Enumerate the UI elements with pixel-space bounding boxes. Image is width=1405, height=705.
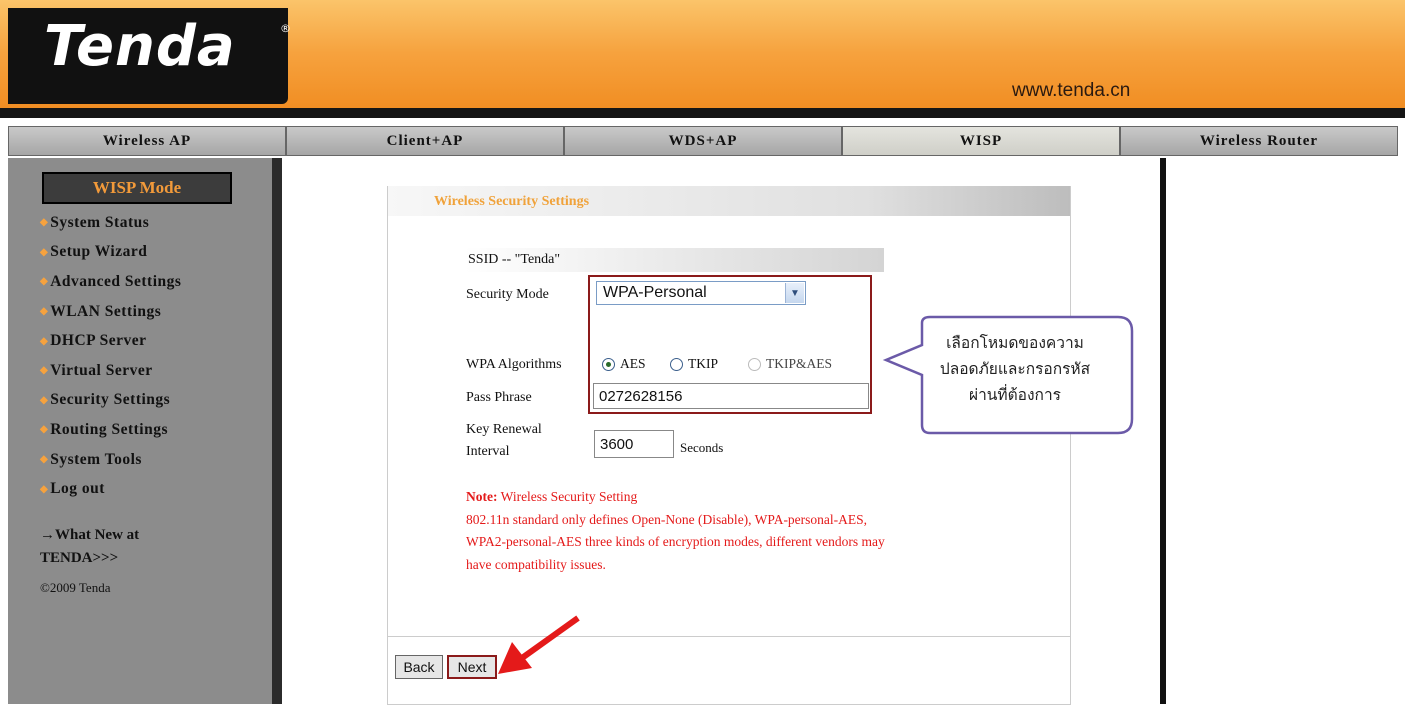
sidebar-item-routing-settings[interactable]: ◆ Routing Settings [40,415,181,445]
sidebar-item-log-out[interactable]: ◆ Log out [40,474,181,504]
bullet-icon: ◆ [40,483,49,495]
ssid-label: SSID -- "Tenda" [468,252,561,267]
bullet-icon: ◆ [40,454,49,466]
content-right-divider [1160,158,1166,704]
site-url: www.tenda.cn [1012,80,1131,101]
bullet-icon: ◆ [40,217,49,229]
tab-wds-ap[interactable]: WDS+AP [564,126,842,156]
sidebar-item-label: System Tools [50,450,142,468]
note-prefix: Note: [466,489,498,504]
header-divider [0,108,1405,118]
sidebar-item-security-settings[interactable]: ◆ Security Settings [40,386,181,416]
panel-header: Wireless Security Settings [388,186,1070,216]
sidebar-item-label: Log out [50,480,105,498]
panel-title: Wireless Security Settings [434,194,590,209]
sidebar-item-label: Setup Wizard [50,243,148,261]
sidebar-item-setup-wizard[interactable]: ◆ Setup Wizard [40,238,181,268]
security-note: Note: Wireless Security Setting 802.11n … [466,486,896,576]
highlight-box [588,275,872,414]
tab-client-ap[interactable]: Client+AP [286,126,564,156]
bullet-icon: ◆ [40,276,49,288]
sidebar-item-system-tools[interactable]: ◆ System Tools [40,445,181,475]
bullet-icon: ◆ [40,424,49,436]
mode-tabs: Wireless AP Client+AP WDS+AP WISP Wirele… [8,126,1398,158]
tab-wisp[interactable]: WISP [842,126,1120,156]
key-renewal-label-line2: Interval [466,444,510,459]
note-title: Wireless Security Setting [497,489,638,504]
security-mode-label: Security Mode [466,287,549,302]
callout-line1: เลือกโหมดของความ [946,334,1084,352]
tab-wireless-router[interactable]: Wireless Router [1120,126,1398,156]
pass-phrase-label: Pass Phrase [466,390,532,405]
bullet-icon: ◆ [40,365,49,377]
sidebar-item-label: Advanced Settings [50,272,182,290]
callout-line2: ปลอดภัยและกรอกรหัส [939,360,1091,378]
whats-new-link[interactable]: →What New at TENDA>>> [40,524,139,570]
bullet-icon: ◆ [40,394,49,406]
key-renewal-input[interactable] [594,430,674,458]
sidebar-item-label: DHCP Server [50,332,147,350]
logo-text: Tenda [44,14,236,79]
note-body: 802.11n standard only defines Open-None … [466,511,885,572]
wpa-algorithms-label: WPA Algorithms [466,357,562,372]
whats-new-line2: TENDA>>> [40,550,119,566]
sidebar-divider [272,158,282,704]
copyright: ©2009 Tenda [40,580,111,595]
sidebar-item-label: Routing Settings [50,420,169,438]
logo-registered-mark: ® [280,22,291,35]
sidebar-item-system-status[interactable]: ◆ System Status [40,208,181,238]
sidebar-nav: ◆ System Status ◆ Setup Wizard ◆ Advanced S… [40,208,181,504]
key-renewal-unit: Seconds [680,440,724,455]
sidebar-item-advanced-settings[interactable]: ◆ Advanced Settings [40,267,181,297]
red-arrow-icon [498,615,580,674]
key-renewal-label-line1: Key Renewal [466,422,542,437]
whats-new-line1: →What New at [40,527,140,543]
header-banner: Tenda ® www.tenda.cn [0,0,1405,118]
bullet-icon: ◆ [40,306,49,318]
sidebar: WISP Mode ◆ System Status ◆ Setup Wizard ◆… [8,158,272,704]
header-spacer [0,118,1405,125]
sidebar-item-label: System Status [50,213,150,231]
sidebar-item-label: WLAN Settings [50,302,162,320]
sidebar-item-label: Security Settings [50,391,171,409]
sidebar-mode-title: WISP Mode [42,172,232,204]
sidebar-item-dhcp-server[interactable]: ◆ DHCP Server [40,326,181,356]
tab-wireless-ap[interactable]: Wireless AP [8,126,286,156]
bullet-icon: ◆ [40,246,49,258]
sidebar-item-virtual-server[interactable]: ◆ Virtual Server [40,356,181,386]
callout-line3: ผ่านที่ต้องการ [969,386,1061,404]
sidebar-item-label: Virtual Server [50,361,153,379]
callout-text: เลือกโหมดของความ ปลอดภัยและกรอกรหัส ผ่าน… [905,330,1125,408]
sidebar-item-wlan-settings[interactable]: ◆ WLAN Settings [40,297,181,327]
bullet-icon: ◆ [40,335,49,347]
back-button[interactable]: Back [395,655,443,679]
logo: Tenda ® [8,8,291,104]
